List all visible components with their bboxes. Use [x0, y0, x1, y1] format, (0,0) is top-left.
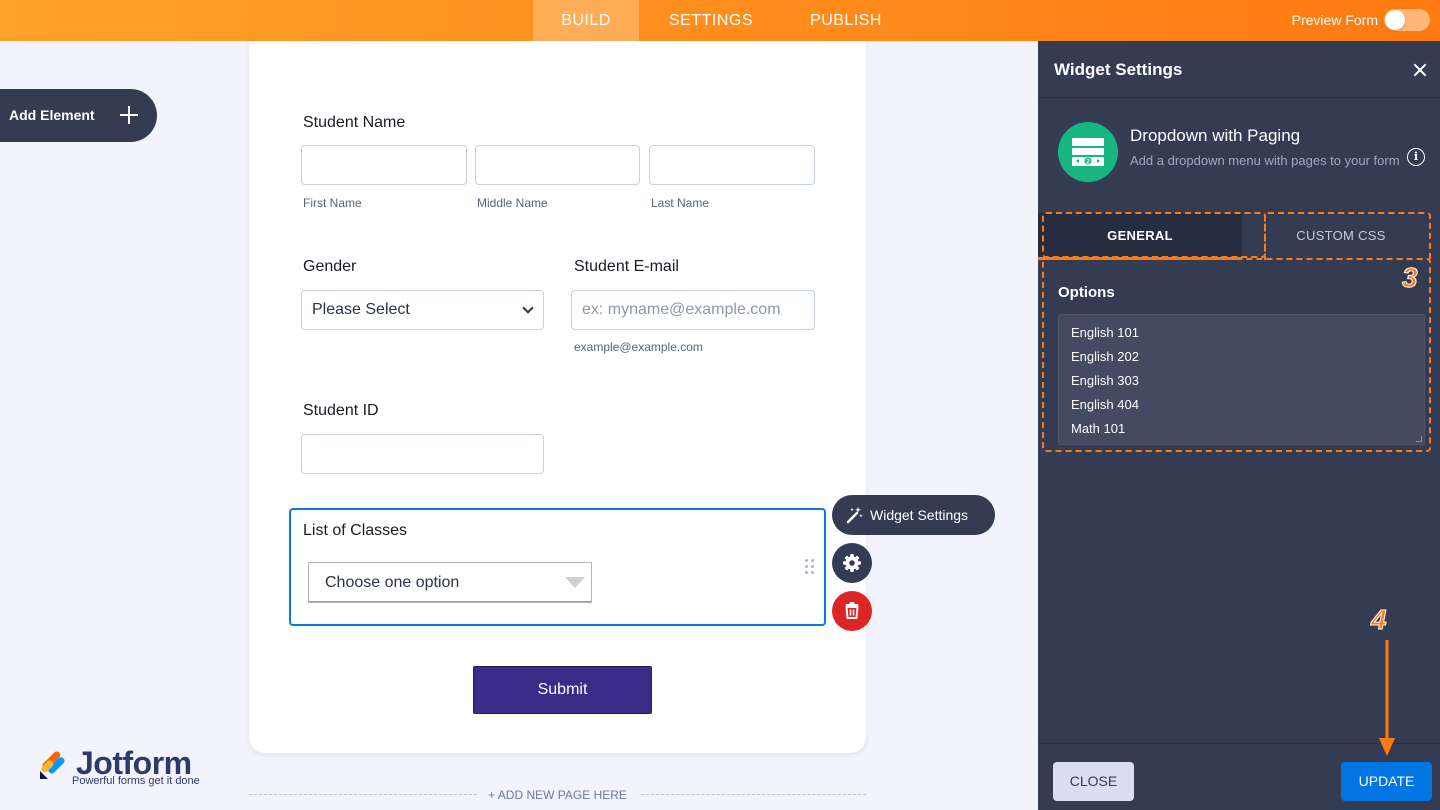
dropdown-paging-widget-icon: 2: [1058, 122, 1118, 182]
dropdown-arrow-icon: [565, 577, 585, 588]
email-placeholder: ex: myname@example.com: [582, 301, 781, 318]
add-new-page-divider[interactable]: + ADD NEW PAGE HERE: [249, 787, 866, 803]
middle-name-input[interactable]: [475, 145, 640, 185]
jotform-tagline: Powerful forms get it done: [72, 775, 200, 787]
panel-header: Widget Settings: [1038, 41, 1440, 98]
magic-wand-icon: [846, 507, 863, 524]
toggle-knob: [1385, 10, 1405, 30]
gender-label: Gender: [303, 258, 357, 275]
jotform-logo: Jotform Powerful forms get it done: [38, 745, 218, 791]
student-id-label: Student ID: [303, 402, 379, 419]
tab-publish[interactable]: PUBLISH: [794, 0, 898, 41]
widget-settings-button[interactable]: Widget Settings: [832, 495, 995, 535]
list-of-classes-label: List of Classes: [303, 522, 408, 539]
widget-settings-label: Widget Settings: [870, 507, 969, 523]
highlight-outline: [1042, 258, 1431, 452]
chevron-down-icon: [522, 302, 534, 314]
close-icon[interactable]: [1409, 60, 1431, 82]
tab-build[interactable]: BUILD: [533, 0, 639, 41]
update-button[interactable]: UPDATE: [1341, 762, 1432, 801]
preview-form-toggle[interactable]: [1384, 9, 1430, 31]
gear-icon: [843, 554, 861, 572]
add-element-button[interactable]: Add Element: [0, 89, 157, 142]
tab-settings[interactable]: SETTINGS: [652, 0, 770, 41]
gender-selected-value: Please Select: [312, 301, 410, 318]
classes-selected-value: Choose one option: [325, 574, 460, 591]
trash-icon: [845, 602, 859, 619]
middle-name-sublabel: Middle Name: [477, 196, 548, 210]
drag-handle-icon[interactable]: [805, 559, 817, 575]
step-3-marker: 3: [1402, 262, 1419, 294]
first-name-sublabel: First Name: [303, 196, 362, 210]
student-name-label: Student Name: [303, 114, 406, 131]
top-navigation-bar: BUILD SETTINGS PUBLISH Preview Form: [0, 0, 1440, 41]
first-name-input[interactable]: [301, 145, 467, 185]
student-email-label: Student E-mail: [574, 258, 679, 275]
preview-form-label: Preview Form: [1291, 12, 1378, 28]
plus-icon: [118, 103, 140, 125]
close-button[interactable]: CLOSE: [1053, 762, 1134, 801]
step-4-marker: 4: [1371, 604, 1388, 636]
email-sublabel: example@example.com: [574, 340, 703, 354]
gender-select[interactable]: Please Select: [301, 290, 544, 330]
student-email-input[interactable]: ex: myname@example.com: [571, 290, 815, 330]
widget-name: Dropdown with Paging: [1130, 126, 1301, 145]
field-properties-button[interactable]: [832, 543, 872, 583]
info-icon[interactable]: i: [1407, 148, 1425, 166]
highlight-outline: [1264, 212, 1431, 260]
classes-dropdown[interactable]: Choose one option: [308, 562, 592, 603]
panel-title: Widget Settings: [1054, 60, 1183, 79]
add-element-label: Add Element: [9, 107, 95, 123]
arrow-down-icon: [1379, 640, 1395, 756]
highlight-outline: [1042, 212, 1266, 258]
last-name-sublabel: Last Name: [651, 196, 710, 210]
add-new-page-label: + ADD NEW PAGE HERE: [488, 788, 627, 802]
jotform-mark-icon: [40, 751, 65, 779]
widget-description: Add a dropdown menu with pages to your f…: [1130, 153, 1400, 168]
submit-button[interactable]: Submit: [473, 666, 652, 714]
last-name-input[interactable]: [649, 145, 815, 185]
student-id-input[interactable]: [301, 434, 544, 474]
delete-field-button[interactable]: [832, 591, 872, 631]
